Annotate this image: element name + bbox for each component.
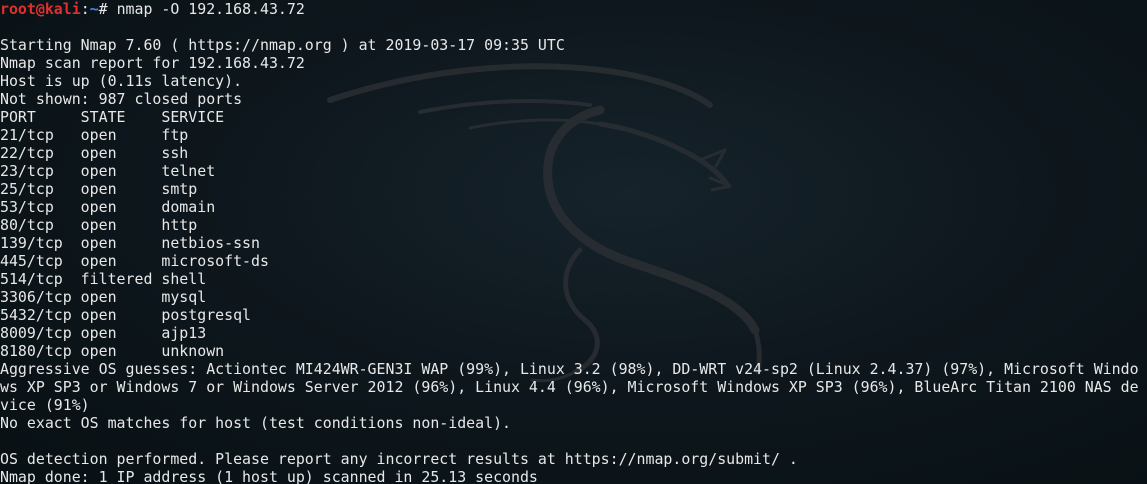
output-line: vice (91%) bbox=[0, 396, 90, 414]
output-line: OS detection performed. Please report an… bbox=[0, 450, 798, 468]
output-line: 139/tcp open netbios-ssn bbox=[0, 234, 260, 252]
prompt-separator: : bbox=[80, 0, 90, 18]
output-line: 514/tcp filtered shell bbox=[0, 270, 207, 288]
prompt-user-host: root@kali bbox=[0, 0, 81, 18]
output-line: 22/tcp open ssh bbox=[0, 144, 189, 162]
prompt-symbol: # bbox=[98, 0, 117, 18]
output-line: 445/tcp open microsoft-ds bbox=[0, 252, 269, 270]
output-line: Nmap scan report for 192.168.43.72 bbox=[0, 54, 305, 72]
output-line: Not shown: 987 closed ports bbox=[0, 90, 243, 108]
output-line: 21/tcp open ftp bbox=[0, 126, 189, 144]
output-line: 80/tcp open http bbox=[0, 216, 198, 234]
output-line: 8009/tcp open ajp13 bbox=[0, 324, 207, 342]
output-line: 3306/tcp open mysql bbox=[0, 288, 207, 306]
output-line: Host is up (0.11s latency). bbox=[0, 72, 243, 90]
output-line: PORT STATE SERVICE bbox=[0, 108, 225, 126]
prompt-path: ~ bbox=[89, 0, 99, 18]
output-line: 5432/tcp open postgresql bbox=[0, 306, 252, 324]
output-line: 23/tcp open telnet bbox=[0, 162, 216, 180]
output-line: Starting Nmap 7.60 ( https://nmap.org ) … bbox=[0, 36, 565, 54]
terminal-output: root@kali:~# nmap -O 192.168.43.72 Start… bbox=[0, 0, 1147, 484]
output-line: Aggressive OS guesses: Actiontec MI424WR… bbox=[0, 360, 1139, 378]
prompt-command: nmap -O 192.168.43.72 bbox=[116, 0, 305, 18]
output-line: 53/tcp open domain bbox=[0, 198, 216, 216]
output-line: Nmap done: 1 IP address (1 host up) scan… bbox=[0, 468, 538, 484]
output-line: ws XP SP3 or Windows 7 or Windows Server… bbox=[0, 378, 1139, 396]
output-line: 25/tcp open smtp bbox=[0, 180, 198, 198]
prompt-line: root@kali:~# nmap -O 192.168.43.72 bbox=[0, 0, 1147, 18]
output-line: 8180/tcp open unknown bbox=[0, 342, 225, 360]
terminal-window[interactable]: root@kali:~# nmap -O 192.168.43.72 Start… bbox=[0, 0, 1147, 484]
output-line: No exact OS matches for host (test condi… bbox=[0, 414, 512, 432]
